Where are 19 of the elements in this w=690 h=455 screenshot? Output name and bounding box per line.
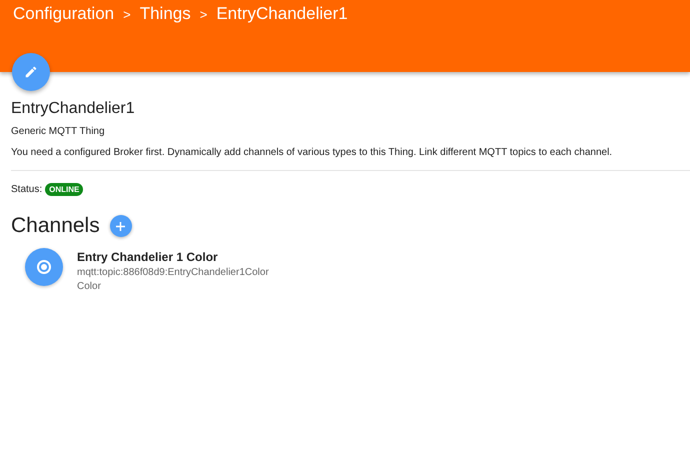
breadcrumb-link[interactable]: EntryChandelier1 <box>216 4 348 24</box>
breadcrumb-separator: > <box>123 7 131 22</box>
channels-heading: Channels <box>11 214 100 238</box>
status-badge: ONLINE <box>45 183 84 196</box>
channel-type: Color <box>77 281 102 292</box>
edit-button[interactable] <box>12 53 50 91</box>
plus-icon <box>116 222 126 230</box>
add-channel-button[interactable] <box>110 215 132 237</box>
pencil-icon <box>24 65 38 79</box>
breadcrumb-link[interactable]: Things <box>140 4 191 24</box>
thing-title: EntryChandelier1 <box>11 100 136 118</box>
status-label: Status: <box>11 184 42 195</box>
channel-uid: mqtt:topic:886f08d9:EntryChandelier1Color <box>77 267 269 278</box>
breadcrumb-separator: > <box>200 7 208 22</box>
channel-name: Entry Chandelier 1 Color <box>77 250 219 264</box>
channel-icon[interactable] <box>25 248 63 286</box>
breadcrumb-link[interactable]: Configuration <box>13 4 114 24</box>
thing-type: Generic MQTT Thing <box>11 126 106 137</box>
thing-description: You need a configured Broker first. Dynamically add channels of various types to this Thing. Link different MQTT topics to each channel. <box>11 147 614 158</box>
